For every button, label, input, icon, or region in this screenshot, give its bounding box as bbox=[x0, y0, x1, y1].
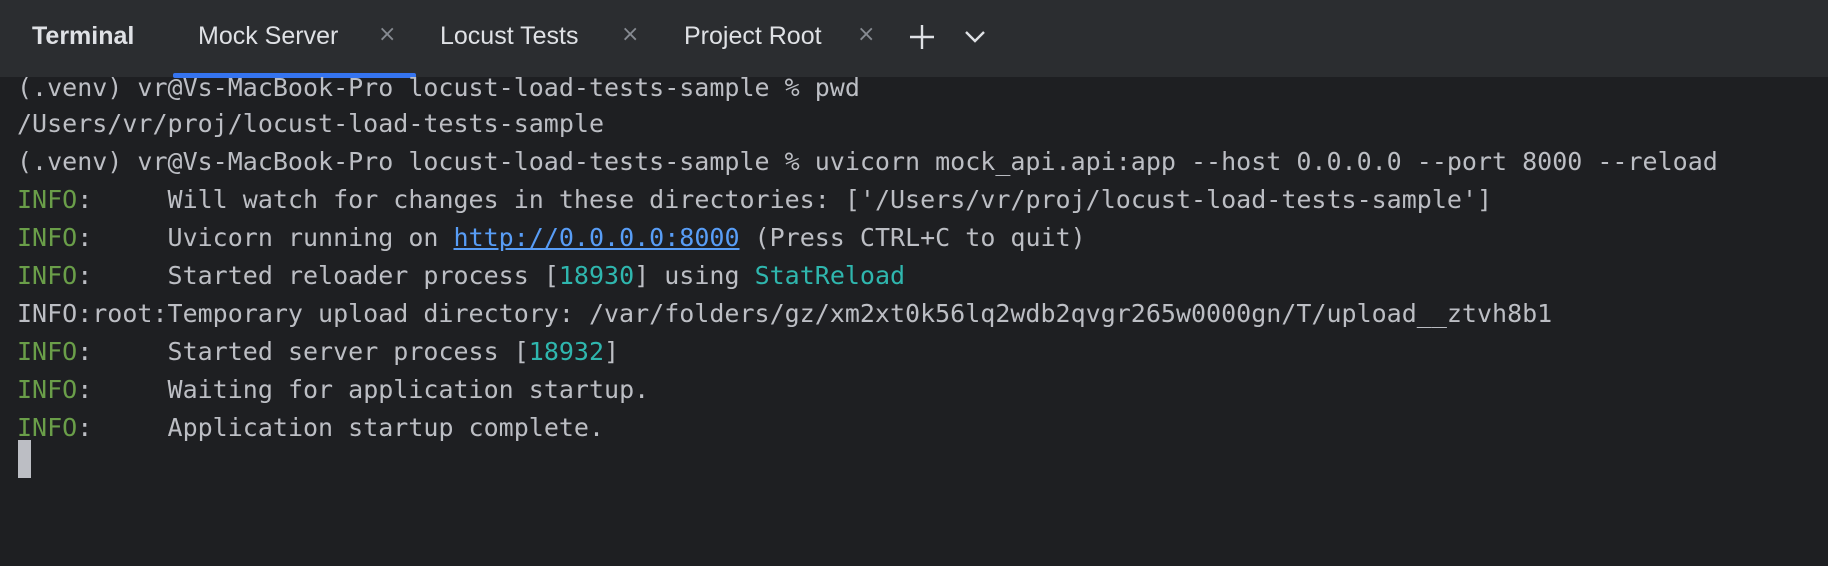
tab-locust-tests[interactable]: Locust Tests × bbox=[416, 0, 648, 78]
tab-mock-server[interactable]: Mock Server × bbox=[173, 0, 416, 78]
log-level: INFO bbox=[17, 261, 78, 290]
terminal-line: (.venv) vr@Vs-MacBook-Pro locust-load-te… bbox=[17, 73, 860, 102]
chevron-down-icon[interactable] bbox=[963, 26, 987, 46]
terminal-line: INFO: Started server process [18932] bbox=[17, 337, 620, 366]
terminal-line: INFO: Application startup complete. bbox=[17, 413, 605, 442]
terminal-line: /Users/vr/proj/locust-load-tests-sample bbox=[17, 109, 604, 138]
log-level: INFO bbox=[17, 185, 78, 214]
terminal-output[interactable]: (.venv) vr@Vs-MacBook-Pro locust-load-te… bbox=[0, 73, 1828, 566]
terminal-line: INFO: Started reloader process [18930] u… bbox=[17, 261, 906, 290]
log-level: INFO bbox=[17, 223, 78, 252]
close-icon[interactable]: × bbox=[857, 22, 875, 47]
terminal-line: INFO: Uvicorn running on http://0.0.0.0:… bbox=[17, 223, 1086, 252]
close-icon[interactable]: × bbox=[621, 22, 639, 47]
log-level: INFO bbox=[17, 413, 78, 442]
tab-label: Locust Tests bbox=[440, 22, 579, 50]
server-url-link[interactable]: http://0.0.0.0:8000 bbox=[454, 223, 740, 252]
terminal-line: INFO: Will watch for changes in these di… bbox=[17, 185, 1493, 214]
close-icon[interactable]: × bbox=[378, 22, 396, 47]
terminal-tab-bar: Terminal Mock Server × Locust Tests × Pr… bbox=[0, 0, 1828, 78]
plus-icon[interactable] bbox=[907, 22, 937, 52]
terminal-line: INFO:root:Temporary upload directory: /v… bbox=[17, 299, 1553, 328]
process-id: 18930 bbox=[558, 261, 635, 290]
log-level: INFO bbox=[17, 375, 78, 404]
terminal-line: (.venv) vr@Vs-MacBook-Pro locust-load-te… bbox=[17, 147, 1718, 176]
terminal-line: INFO: Waiting for application startup. bbox=[17, 375, 650, 404]
log-level: INFO bbox=[17, 337, 78, 366]
tab-project-root[interactable]: Project Root × bbox=[648, 0, 884, 78]
text-cursor bbox=[18, 440, 31, 478]
reloader-name: StatReload bbox=[754, 261, 906, 290]
tool-window-title: Terminal bbox=[32, 22, 135, 50]
tab-label: Mock Server bbox=[198, 22, 339, 50]
tab-label: Project Root bbox=[684, 22, 822, 50]
process-id: 18932 bbox=[528, 337, 605, 366]
